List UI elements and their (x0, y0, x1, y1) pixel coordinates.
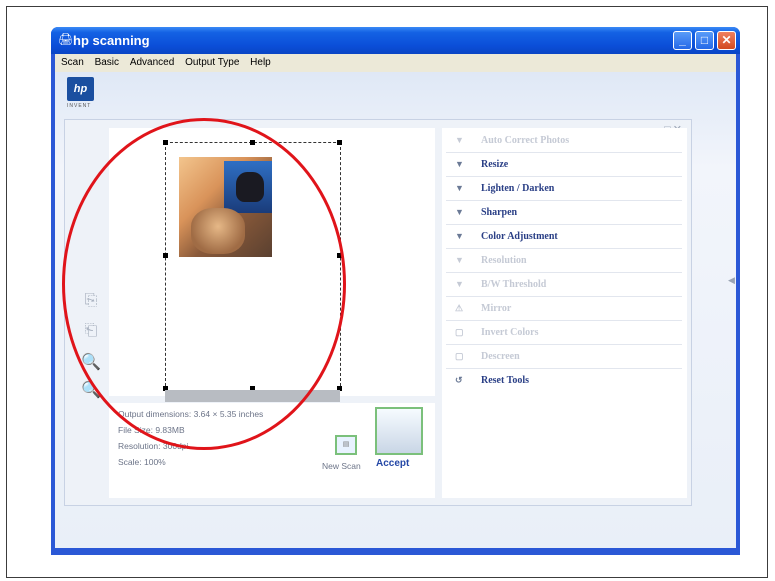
crop-handle[interactable] (163, 253, 168, 258)
tool-label: B/W Threshold (481, 279, 547, 290)
collapse-arrow-icon[interactable]: ◀ (728, 275, 735, 286)
hp-logo-tagline: INVENT (67, 103, 92, 109)
tool-label: Color Adjustment (481, 231, 558, 242)
rotate-right-icon[interactable]: ⎗ (81, 322, 101, 344)
main-panel: –□✕ ⎘ ⎗ 🔍 🔍 Output dimensions: 3.64 × 5.… (64, 119, 692, 506)
scan-bed-edge (165, 390, 340, 402)
expand-arrow-icon: ▼ (455, 207, 464, 217)
tool-label: Resize (481, 159, 509, 170)
accept-button[interactable]: Accept (376, 458, 409, 469)
tool-label: Mirror (481, 303, 512, 314)
output-dimensions: Output dimensions: 3.64 × 5.35 inches (118, 409, 264, 419)
close-button[interactable]: ✕ (717, 31, 736, 50)
resolution: Resolution: 300dpi (118, 441, 189, 451)
zoom-in-icon[interactable]: 🔍 (81, 352, 101, 374)
expand-arrow-icon: ▼ (455, 279, 464, 289)
tool-label: Descreen (481, 351, 520, 362)
tool-auto-correct-photos[interactable]: ▼ Auto Correct Photos (446, 130, 682, 153)
app-window: 🖨 hp scanning _ □ ✕ Scan Basic Advanced … (51, 27, 740, 555)
menu-bar: Scan Basic Advanced Output Type Help (55, 54, 736, 72)
tool-color-adjustment[interactable]: ▼ Color Adjustment (446, 226, 682, 249)
tool-label: Resolution (481, 255, 527, 266)
file-size: File Size: 9.83MB (118, 425, 185, 435)
new-scan-icon[interactable]: ▤ (335, 435, 357, 455)
tool-mirror[interactable]: ⚠ Mirror (446, 298, 682, 321)
minimize-button[interactable]: _ (673, 31, 692, 50)
expand-arrow-icon: ▼ (455, 183, 464, 193)
tool-descreen[interactable]: ▢ Descreen (446, 346, 682, 369)
accept-scanner-icon[interactable] (375, 407, 423, 455)
tool-reset-tools[interactable]: ↺ Reset Tools (446, 370, 682, 392)
window-title: hp scanning (73, 33, 150, 48)
expand-arrow-icon: ▼ (455, 159, 464, 169)
expand-arrow-icon: ▼ (455, 231, 464, 241)
scanner-app-icon: 🖨 (58, 32, 74, 46)
tool-label: Reset Tools (481, 375, 530, 386)
tool-resolution[interactable]: ▼ Resolution (446, 250, 682, 273)
tool-label: Sharpen (481, 207, 518, 218)
title-bar[interactable]: 🖨 hp scanning _ □ ✕ (51, 27, 740, 54)
crop-handle[interactable] (163, 140, 168, 145)
menu-basic[interactable]: Basic (93, 54, 121, 71)
tool-lighten-darken[interactable]: ▼ Lighten / Darken (446, 178, 682, 201)
tool-sharpen[interactable]: ▼ Sharpen (446, 202, 682, 225)
maximize-button[interactable]: □ (695, 31, 714, 50)
hp-logo: hp (67, 77, 94, 101)
expand-arrow-icon: ▼ (455, 135, 464, 145)
menu-advanced[interactable]: Advanced (128, 54, 176, 71)
tool-label: Lighten / Darken (481, 183, 555, 194)
menu-output-type[interactable]: Output Type (183, 54, 241, 71)
scale: Scale: 100% (118, 457, 166, 467)
invert-icon: ▢ (455, 327, 464, 337)
crop-handle[interactable] (337, 140, 342, 145)
tool-label: Auto Correct Photos (481, 135, 570, 146)
scan-preview-area (109, 128, 435, 402)
reset-icon: ↺ (455, 375, 463, 385)
tool-resize[interactable]: ▼ Resize (446, 154, 682, 177)
photo-dog (236, 172, 264, 202)
menu-scan[interactable]: Scan (59, 54, 86, 71)
mirror-icon: ⚠ (455, 303, 464, 313)
tool-bw-threshold[interactable]: ▼ B/W Threshold (446, 274, 682, 297)
tools-panel: ▼ Auto Correct Photos ▼ Resize ▼ Lighten… (442, 128, 687, 498)
expand-arrow-icon: ▼ (455, 255, 464, 265)
rotate-left-icon[interactable]: ⎘ (81, 292, 101, 314)
menu-help[interactable]: Help (248, 54, 273, 71)
new-scan-button[interactable]: New Scan (322, 461, 361, 471)
zoom-out-icon[interactable]: 🔍 (81, 380, 101, 402)
scan-info-panel: Output dimensions: 3.64 × 5.35 inches Fi… (109, 403, 435, 498)
descreen-icon: ▢ (455, 351, 464, 361)
crop-handle[interactable] (250, 140, 255, 145)
tool-label: Invert Colors (481, 327, 539, 338)
tool-invert-colors[interactable]: ▢ Invert Colors (446, 322, 682, 345)
crop-handle[interactable] (337, 253, 342, 258)
photo-cat (191, 208, 245, 254)
